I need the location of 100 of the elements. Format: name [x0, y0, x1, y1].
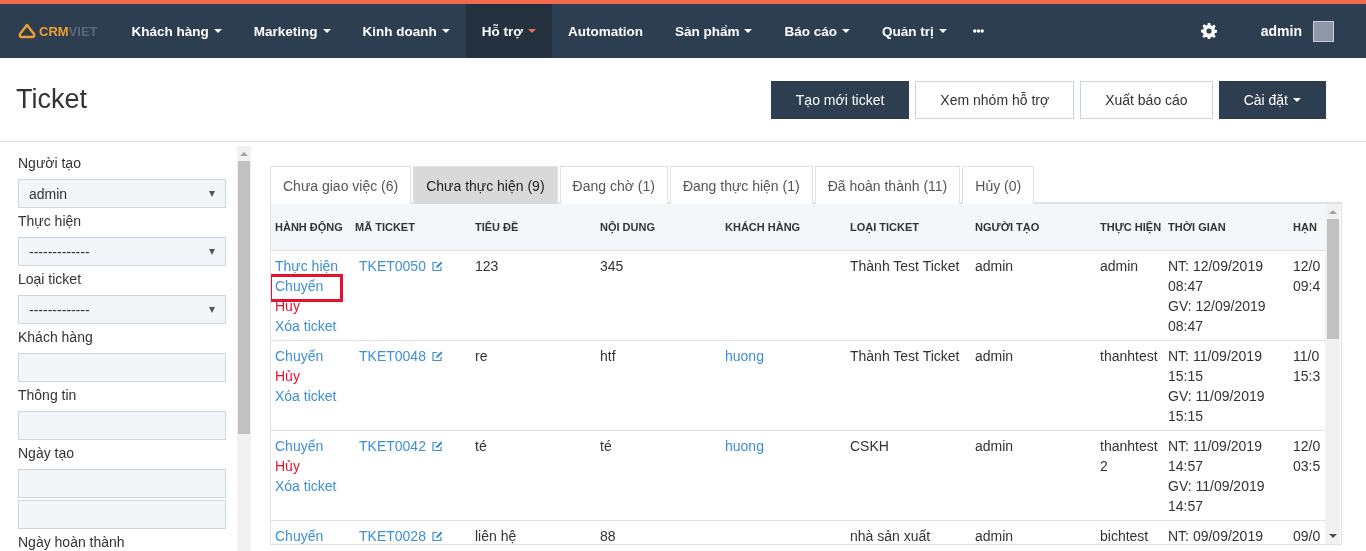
tab[interactable]: Đang thực hiện (1) — [669, 166, 813, 204]
column-header: TIÊU ĐỀ — [471, 204, 596, 251]
scroll-down-icon[interactable] — [1328, 534, 1337, 538]
tab[interactable]: Hủy (0) — [962, 166, 1035, 204]
filter-label: Người tạo — [18, 154, 82, 173]
cancel-link[interactable]: Hủy — [275, 366, 300, 386]
time-text: GV: 11/09/2019 — [1168, 477, 1265, 496]
ticket-code-link[interactable]: TKET0050 — [359, 258, 426, 274]
column-header: THỰC HIỆN — [1096, 204, 1164, 251]
action-link[interactable]: Chuyển — [275, 436, 324, 456]
column-header: NỘI DUNG — [596, 204, 721, 251]
time-text: NT: 12/09/2019 — [1168, 257, 1263, 276]
nav-menu-item[interactable]: Kinh doanh — [346, 4, 466, 58]
tab[interactable]: Chưa thực hiện (9) — [413, 166, 558, 204]
action-link[interactable]: Xóa ticket — [275, 386, 337, 406]
tab[interactable]: Chưa giao việc (6) — [270, 166, 412, 204]
more-icon[interactable] — [972, 29, 984, 33]
action-button[interactable]: Xuất báo cáo — [1080, 80, 1213, 119]
settings-icon[interactable] — [1200, 23, 1217, 39]
nav-menu-item[interactable]: Sản phẩm — [658, 4, 769, 58]
logo-icon — [18, 23, 36, 39]
table-cell: té — [600, 438, 612, 454]
table-cell: Thành Test Ticket — [850, 348, 960, 364]
action-button[interactable]: Cài đặt — [1218, 80, 1326, 119]
deadline-text: 12/0 — [1293, 257, 1321, 276]
input-field[interactable] — [18, 411, 226, 440]
table-cell: admin — [975, 258, 1014, 274]
time-text: NT: 09/09/2019 — [1168, 527, 1263, 544]
input-field[interactable] — [18, 500, 226, 529]
action-link[interactable]: Chuyển — [275, 526, 324, 544]
time-text: NT: 11/09/2019 — [1168, 347, 1262, 366]
time-text: 14:57 — [1168, 457, 1204, 476]
column-header: THỜI GIAN — [1164, 204, 1289, 251]
select-field[interactable]: ------------- — [18, 295, 226, 324]
edit-icon[interactable] — [431, 441, 443, 451]
action-link[interactable]: Chuyển — [275, 276, 324, 296]
scrollbar[interactable] — [237, 146, 251, 551]
time-text: GV: 11/09/2019 — [1168, 387, 1265, 406]
table-cell: re — [475, 348, 488, 364]
select-field[interactable]: ------------- — [18, 237, 226, 266]
nav-menu-item[interactable]: Khách hàng — [115, 4, 238, 58]
edit-icon[interactable] — [431, 351, 443, 361]
column-header: NGƯỜI TẠO — [971, 204, 1096, 251]
scrollbar[interactable] — [1325, 204, 1340, 544]
table-cell: bichtest — [1100, 528, 1149, 544]
input-field[interactable] — [18, 353, 226, 382]
tab[interactable]: Đã hoàn thành (11) — [814, 166, 961, 204]
table-cell: 123 — [475, 258, 499, 274]
action-link[interactable]: Xóa ticket — [275, 476, 337, 496]
table-cell: nhà sản xuất — [850, 528, 931, 544]
filter-label: Loại ticket — [18, 270, 83, 289]
nav-menu-item[interactable]: Quản trị — [865, 4, 963, 58]
ticket-code-link[interactable]: TKET0028 — [359, 528, 426, 544]
table-cell: htf — [600, 348, 616, 364]
filter-label: Khách hàng — [18, 328, 94, 347]
action-link[interactable]: Chuyển — [275, 346, 324, 366]
column-header: HẠN — [1289, 204, 1325, 251]
time-text: 15:15 — [1168, 407, 1204, 426]
table-cell: 88 — [600, 528, 616, 544]
table-cell: admin — [975, 348, 1014, 364]
table-cell: té — [475, 438, 487, 454]
avatar-placeholder[interactable] — [1313, 20, 1334, 42]
filter-label: Ngày tạo — [18, 444, 76, 463]
filter-label: Thực hiện — [18, 212, 83, 231]
nav-menu-item[interactable]: Marketing — [237, 4, 347, 58]
deadline-text: 11/0 — [1293, 347, 1320, 366]
time-text: 08:47 — [1168, 277, 1204, 296]
filter-label: Thông tin — [18, 386, 78, 405]
page-title: Ticket — [16, 84, 87, 115]
table-cell: admin — [1100, 258, 1139, 274]
nav-menu-item[interactable]: Hỗ trợ — [465, 4, 552, 58]
nav-menu-item[interactable]: Automation — [551, 4, 659, 58]
edit-icon[interactable] — [431, 261, 443, 271]
action-button[interactable]: Xem nhóm hỗ trợ — [915, 80, 1075, 119]
table-cell: 345 — [600, 258, 624, 274]
deadline-text: 15:3 — [1293, 367, 1321, 386]
table-cell: CSKH — [850, 438, 889, 454]
table-cell: admin — [975, 528, 1014, 544]
ticket-code-link[interactable]: TKET0048 — [359, 348, 426, 364]
user-name[interactable]: admin — [1260, 23, 1302, 39]
nav-menu-item[interactable]: Báo cáo — [768, 4, 866, 58]
dropdown-arrow-icon — [209, 190, 215, 197]
scroll-up-icon[interactable] — [1328, 210, 1337, 214]
ticket-code-link[interactable]: TKET0042 — [359, 438, 426, 454]
time-text: 14:57 — [1168, 497, 1204, 516]
cancel-link[interactable]: Hủy — [275, 456, 300, 476]
action-link[interactable]: Xóa ticket — [275, 316, 337, 336]
action-button[interactable]: Tạo mới ticket — [770, 80, 910, 119]
tab[interactable]: Đang chờ (1) — [559, 166, 668, 204]
column-header: MÃ TICKET — [351, 204, 471, 251]
table-cell: thanhtest 2 — [1100, 438, 1158, 474]
deadline-text: 12/0 — [1293, 437, 1321, 456]
action-link[interactable]: Thực hiện — [275, 256, 339, 276]
scroll-up-icon[interactable] — [240, 152, 248, 156]
column-header: LOẠI TICKET — [846, 204, 971, 251]
input-field[interactable] — [18, 469, 226, 498]
table-cell: Thành Test Ticket — [850, 258, 960, 274]
select-field[interactable]: admin — [18, 179, 226, 208]
dropdown-arrow-icon — [209, 306, 215, 313]
edit-icon[interactable] — [431, 531, 443, 541]
